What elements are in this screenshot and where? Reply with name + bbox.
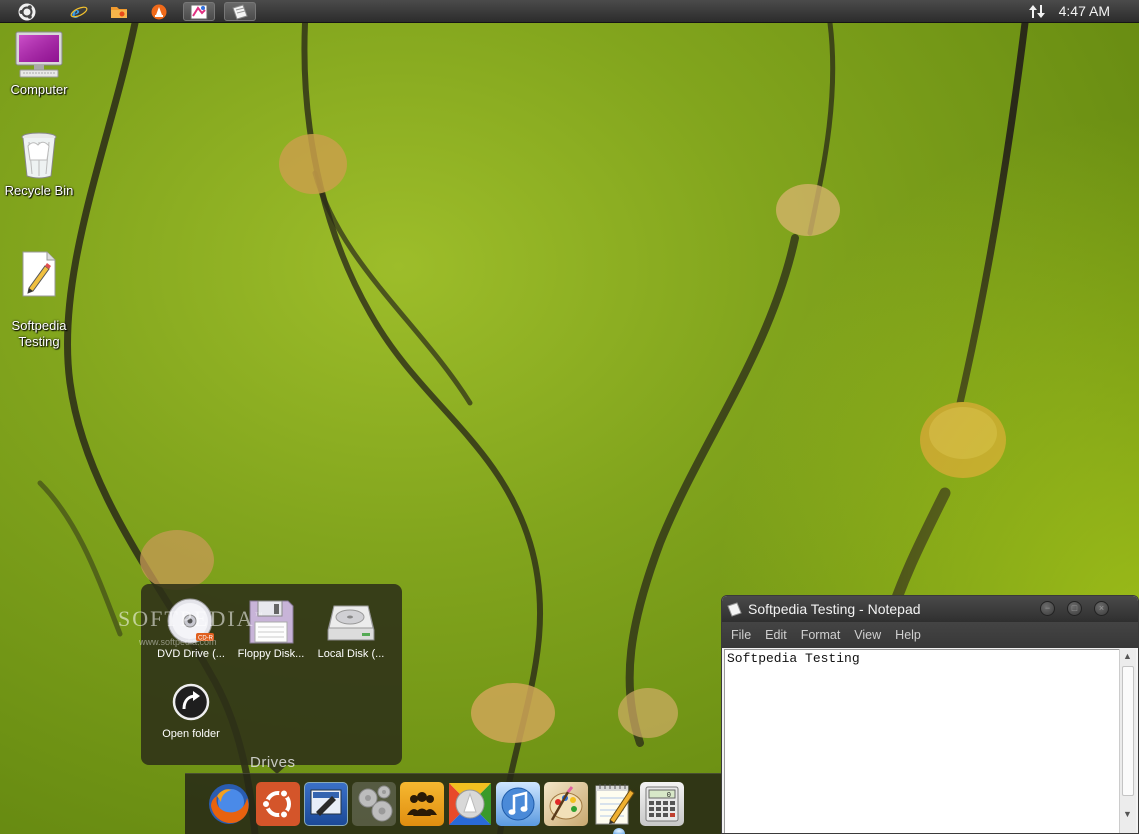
running-indicator [613, 828, 625, 834]
menu-edit[interactable]: Edit [765, 628, 787, 642]
notepad-title: Softpedia Testing - Notepad [748, 601, 921, 617]
notepad-title-icon [727, 602, 742, 617]
drive-label: DVD Drive (... [151, 648, 231, 660]
drives-stack-title: Drives [250, 754, 296, 771]
notepad-pencil-icon[interactable] [592, 782, 636, 826]
menu-view[interactable]: View [854, 628, 881, 642]
scrollbar-thumb[interactable] [1122, 666, 1134, 796]
folder-icon[interactable] [108, 2, 130, 21]
drive-item-local-disk[interactable]: Local Disk (... [311, 596, 391, 660]
notepad-text-area[interactable]: Softpedia Testing [724, 649, 1120, 834]
notepad-window: Softpedia Testing - Notepad − □ × File E… [721, 595, 1139, 834]
paint-palette-icon[interactable] [544, 782, 588, 826]
softpedia-watermark-url: www.softpedia.com [139, 637, 217, 647]
desktop-icon-label: Recycle Bin [0, 183, 78, 199]
calculator-display: 0 [667, 792, 671, 800]
vlc-player-icon[interactable] [448, 782, 492, 826]
clock[interactable]: 4:47 AM [1059, 3, 1110, 19]
computer-monitor-icon [14, 28, 64, 80]
calculator-icon[interactable]: 0 [640, 782, 684, 826]
desktop-icon-label: Softpedia Testing [0, 318, 78, 350]
firefox-icon[interactable] [207, 782, 251, 826]
recycle-bin-icon [14, 129, 64, 181]
text-document-icon [14, 248, 64, 300]
notepad-menubar: File Edit Format View Help [722, 622, 1138, 648]
desktop-icon-label: Computer [0, 82, 78, 98]
vertical-scrollbar[interactable]: ▲ ▼ [1119, 649, 1136, 834]
open-folder-arrow-icon [151, 676, 231, 728]
open-folder-button[interactable]: Open folder [151, 676, 231, 740]
top-panel: e 4:47 AM [0, 0, 1139, 23]
vlc-icon[interactable] [148, 2, 170, 21]
menu-file[interactable]: File [731, 628, 751, 642]
hard-disk-icon [311, 596, 391, 648]
ubuntu-logo-icon[interactable] [16, 2, 38, 21]
desktop-icon-softpedia-testing[interactable]: Softpedia Testing [0, 232, 78, 366]
internet-explorer-icon[interactable]: e [68, 2, 90, 21]
scroll-down-icon[interactable]: ▼ [1123, 809, 1132, 819]
close-button[interactable]: × [1094, 601, 1109, 616]
notepad-icon[interactable] [224, 2, 256, 21]
ubuntu-icon[interactable] [256, 782, 300, 826]
maximize-button[interactable]: □ [1067, 601, 1082, 616]
settings-gears-icon[interactable] [352, 782, 396, 826]
minimize-button[interactable]: − [1040, 601, 1055, 616]
drive-label: Floppy Disk... [231, 648, 311, 660]
display-settings-icon[interactable] [304, 782, 348, 826]
desktop-icon-recycle-bin[interactable]: Recycle Bin [0, 129, 78, 199]
itunes-icon[interactable] [496, 782, 540, 826]
desktop-icon-computer[interactable]: Computer [0, 28, 78, 98]
paint-icon[interactable] [183, 2, 215, 21]
drive-label: Open folder [151, 728, 231, 740]
drive-label: Local Disk (... [311, 648, 391, 660]
softpedia-watermark: SOFTPEDIA™ [118, 606, 264, 632]
users-icon[interactable] [400, 782, 444, 826]
menu-format[interactable]: Format [801, 628, 841, 642]
scroll-up-icon[interactable]: ▲ [1123, 651, 1132, 661]
menu-help[interactable]: Help [895, 628, 921, 642]
network-arrows-icon[interactable] [1028, 3, 1046, 20]
